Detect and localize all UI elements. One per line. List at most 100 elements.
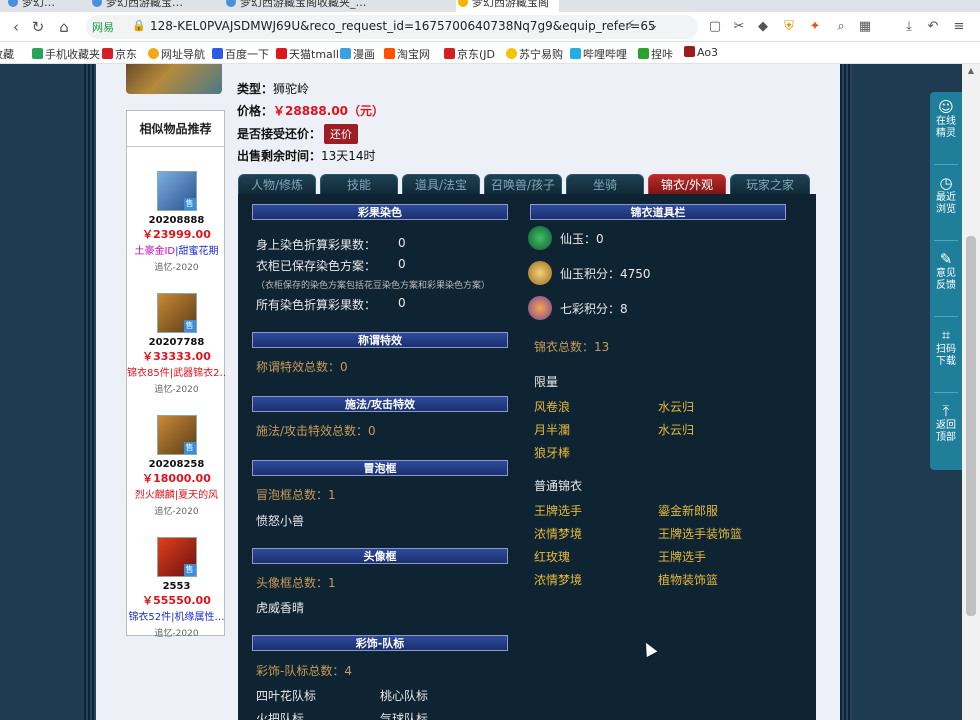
browser-tab-strip: 梦幻… 梦幻西游藏宝… 梦幻西游藏宝阁收藏夹_… 梦幻西游藏宝阁: [0, 0, 980, 12]
undo-icon[interactable]: ↶: [924, 18, 942, 36]
detail-tabs: 人物/修炼 技能 道具/法宝 召唤兽/孩子 坐骑 锦衣/外观 玩家之家: [238, 174, 818, 194]
similar-item[interactable]: 售 20208258 ￥18000.00 烈火麒麟|夏天的风 追忆-2020: [127, 415, 226, 517]
tab-items[interactable]: 道具/法宝: [402, 174, 480, 194]
browser-tab[interactable]: 梦幻西游藏宝阁收藏夹_…: [224, 0, 367, 12]
rainbow-points-icon: [528, 296, 552, 320]
bookmark-icon: [32, 48, 43, 59]
item-thumbnail: 售: [156, 171, 197, 211]
bookmark-icon: [212, 48, 223, 59]
download-icon[interactable]: ⤓: [900, 18, 918, 36]
online-helper-button[interactable]: ☺ 在线 精灵: [930, 98, 962, 140]
screenshot-icon[interactable]: ▢: [706, 18, 724, 36]
bolt-icon[interactable]: ⚡: [626, 18, 635, 33]
section-team-flag: 彩饰-队标: [252, 635, 508, 651]
bookmark-item[interactable]: 手机收藏夹: [32, 46, 100, 62]
bookmark-item[interactable]: Ao3: [684, 46, 718, 59]
bookmarks-bar: 收藏 手机收藏夹 京东 网址导航 百度一下 天猫tmall 漫画 淘宝网 京东(…: [0, 42, 980, 64]
bookmark-item[interactable]: 京东(JD: [444, 46, 495, 62]
similar-item[interactable]: 售 20208888 ￥23999.00 土豪金ID|甜蜜花期 追忆-2020: [127, 171, 226, 273]
edit-icon: ✎: [939, 250, 953, 268]
bookmark-item[interactable]: 收藏: [0, 46, 14, 62]
similar-item[interactable]: 售 2553 ￥55550.00 锦衣52件|机缘属性… 追忆-2020: [127, 537, 226, 639]
haggle-row: 是否接受还价： 还价: [237, 124, 359, 144]
scrollbar-thumb[interactable]: [966, 236, 976, 616]
site-label: 网易: [92, 21, 114, 34]
tab-home[interactable]: 玩家之家: [730, 174, 810, 194]
chevron-down-icon[interactable]: ⌄: [648, 18, 659, 33]
scan-download-button[interactable]: ⌗ 扫码 下载: [930, 326, 962, 368]
divider: [934, 392, 958, 393]
price-row: 价格：￥28888.00（元）: [237, 104, 385, 118]
bookmark-item[interactable]: 苏宁易购: [506, 46, 563, 62]
divider: [934, 316, 958, 317]
search-icon[interactable]: ⌕: [832, 18, 850, 36]
price-value: ￥28888.00（元）: [273, 104, 385, 118]
tab-character[interactable]: 人物/修炼: [238, 174, 316, 194]
bookmark-item[interactable]: 百度一下: [212, 46, 269, 62]
shield-icon[interactable]: ⛨: [780, 18, 798, 36]
browser-tab-active[interactable]: 梦幻西游藏宝阁: [456, 0, 559, 12]
apps-icon[interactable]: ▦: [856, 18, 874, 36]
bookmark-icon: [684, 46, 695, 57]
back-to-top-button[interactable]: ⤒ 返回 顶部: [930, 402, 962, 444]
browser-tab[interactable]: 梦幻西游藏宝…: [90, 0, 183, 12]
similar-items-title: 相似物品推荐: [127, 111, 224, 147]
scroll-up-icon[interactable]: ▲: [962, 66, 980, 75]
scissors-icon[interactable]: ✂: [730, 18, 748, 36]
outfit-content: 彩果染色 身上染色折算彩果数： 0 衣柜已保存染色方案： 0 （衣柜保存的染色方…: [238, 194, 816, 720]
dye-note: （衣柜保存的染色方案包括花豆染色方案和彩果染色方案）: [256, 281, 491, 291]
bookmark-item[interactable]: 天猫tmall: [276, 46, 339, 62]
bookmark-item[interactable]: 哔哩哔哩: [570, 46, 627, 62]
bookmark-icon: [102, 48, 113, 59]
page-scrollbar[interactable]: ▲: [962, 64, 980, 720]
tab-skills[interactable]: 技能: [320, 174, 398, 194]
tab-mounts[interactable]: 坐骑: [566, 174, 644, 194]
main-panel: 类型：狮驼岭 价格：￥28888.00（元） 是否接受还价： 还价 出售剩余时间：…: [96, 64, 840, 720]
jade-points-icon: [528, 261, 552, 285]
time-row: 出售剩余时间：13天14时: [237, 149, 376, 163]
divider: [934, 164, 958, 165]
decor-stripe: [84, 64, 96, 720]
tab-pets[interactable]: 召唤兽/孩子: [484, 174, 562, 194]
page-content: 类型：狮驼岭 价格：￥28888.00（元） 是否接受还价： 还价 出售剩余时间：…: [0, 64, 980, 720]
browser-tab[interactable]: 梦幻…: [6, 0, 55, 12]
recent-browse-button[interactable]: ◷ 最近 浏览: [930, 174, 962, 216]
home-icon[interactable]: ⌂: [54, 17, 74, 37]
tab-favicon-icon: [8, 0, 18, 7]
decor-stripe: [840, 64, 852, 720]
arrow-up-icon: ⤒: [942, 402, 950, 420]
address-bar[interactable]: 网易 🔒 128-KEL0PVAJSDMWJ69U&reco_request_i…: [86, 15, 698, 39]
extension-icon[interactable]: ◆: [754, 18, 772, 36]
bookmark-item[interactable]: 京东: [102, 46, 137, 62]
bookmark-item[interactable]: 漫画: [340, 46, 375, 62]
similar-items-panel: 相似物品推荐 售 20208888 ￥23999.00 土豪金ID|甜蜜花期 追…: [126, 110, 226, 639]
section-avatar-frame: 头像框: [252, 548, 508, 564]
bookmark-item[interactable]: 网址导航: [148, 46, 205, 62]
browser-toolbar: ‹ ↻ ⌂ 网易 🔒 128-KEL0PVAJSDMWJ69U&reco_req…: [0, 12, 980, 42]
tab-favicon-icon: [458, 0, 468, 7]
section-title-effects: 称谓特效: [252, 332, 508, 348]
scan-icon: ⌗: [941, 326, 951, 344]
url-text: 128-KEL0PVAJSDMWJ69U&reco_request_id=167…: [150, 19, 656, 33]
item-thumbnail: 售: [156, 293, 197, 333]
back-icon[interactable]: ‹: [6, 17, 26, 37]
jade-icon: [528, 226, 552, 250]
clock-icon: ◷: [939, 174, 953, 192]
menu-icon[interactable]: ≡: [950, 18, 968, 36]
reload-icon[interactable]: ↻: [28, 17, 48, 37]
bookmark-icon: [276, 48, 287, 59]
section-dye: 彩果染色: [252, 204, 508, 220]
bookmark-icon: [638, 48, 649, 59]
feedback-button[interactable]: ✎ 意见 反馈: [930, 250, 962, 292]
item-thumbnail: 售: [156, 415, 197, 455]
game-icon[interactable]: ✦: [806, 18, 824, 36]
tab-outfits[interactable]: 锦衣/外观: [648, 174, 726, 194]
similar-item[interactable]: 售 20207788 ￥33333.00 锦衣85件|武器锦衣2… 追忆-202…: [127, 293, 226, 395]
item-thumbnail: 售: [156, 537, 197, 577]
character-avatar: [126, 64, 222, 94]
bookmark-item[interactable]: 淘宝网: [384, 46, 430, 62]
lock-icon: 🔒: [132, 19, 146, 32]
haggle-button[interactable]: 还价: [324, 124, 359, 144]
bookmark-item[interactable]: 捏咔: [638, 46, 673, 62]
bookmark-icon: [340, 48, 351, 59]
